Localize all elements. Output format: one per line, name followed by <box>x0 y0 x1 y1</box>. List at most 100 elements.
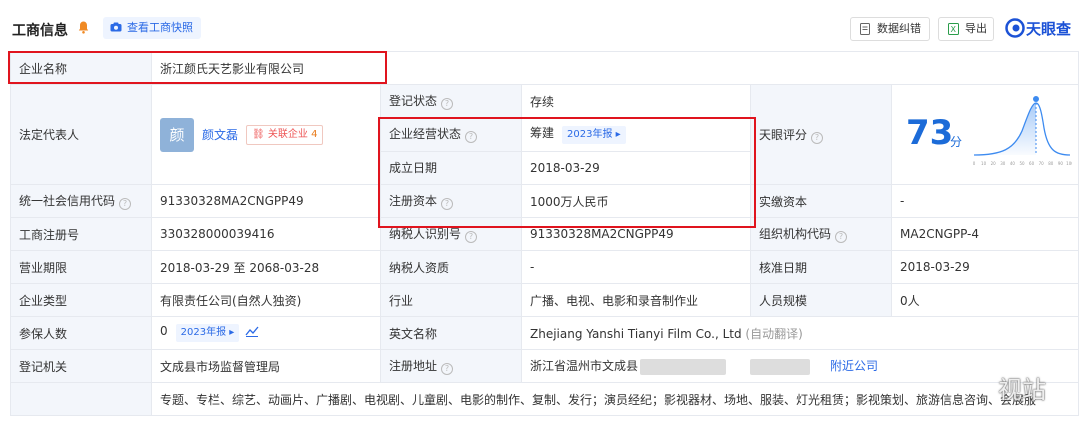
status-key-label: 登记状态 <box>389 94 438 109</box>
score-axis-tick: 10 <box>981 161 987 166</box>
taxpayer-qual-key: 纳税人资质 <box>380 250 522 284</box>
credit-code-key: 统一社会信用代码? <box>10 184 152 218</box>
view-snapshot-button[interactable]: 查看工商快照 <box>103 17 201 39</box>
highlight-box-status <box>378 117 756 228</box>
data-correction-button[interactable]: 数据纠错 <box>850 17 930 41</box>
term-key: 营业期限 <box>10 250 152 284</box>
blurred-address-part <box>640 358 727 375</box>
staff-size-key: 人员规模 <box>750 283 892 317</box>
help-icon[interactable]: ? <box>119 198 132 210</box>
export-label: 导出 <box>965 22 987 35</box>
help-icon[interactable]: ? <box>465 231 478 243</box>
view-snapshot-label: 查看工商快照 <box>127 21 193 34</box>
scope-value: 专题、专栏、综艺、动画片、广播剧、电视剧、儿童剧、电影的制作、复制、发行；演员经… <box>151 382 1079 416</box>
org-code-key: 组织机构代码? <box>750 217 892 251</box>
credit-code-value: 91330328MA2CNGPP49 <box>151 184 381 218</box>
score-axis-tick: 50 <box>1019 161 1025 166</box>
term-value: 2018-03-29 至 2068-03-28 <box>151 250 381 284</box>
help-icon[interactable]: ? <box>441 98 454 111</box>
score-axis-tick: 40 <box>1010 161 1016 166</box>
insured-value: 0 <box>160 324 168 338</box>
english-name-cell: Zhejiang Yanshi Tianyi Film Co., Ltd (自动… <box>521 316 1079 350</box>
approve-date-key: 核准日期 <box>750 250 892 284</box>
export-button[interactable]: X 导出 <box>938 17 994 41</box>
legal-rep-name-link[interactable]: 颜文磊 <box>202 128 238 142</box>
score-marker-dot <box>1033 96 1039 102</box>
score-axis-tick: 90 <box>1058 161 1064 166</box>
insured-report-tag[interactable]: 2023年报 ▸ <box>175 324 240 342</box>
help-icon[interactable]: ? <box>441 363 454 375</box>
taxpayer-id-key-label: 纳税人识别号 <box>389 227 462 241</box>
bell-icon[interactable] <box>78 21 89 34</box>
nearby-companies-link[interactable]: 附近公司 <box>830 359 878 373</box>
edit-doc-icon <box>860 23 870 35</box>
related-label: 关联企业 <box>267 128 308 140</box>
tianyancha-logo-icon <box>1005 18 1025 38</box>
staff-size-value: 0人 <box>891 283 1079 317</box>
help-icon[interactable]: ? <box>835 231 848 243</box>
score-axis-tick: 20 <box>991 161 997 166</box>
score-axis-tick: 30 <box>1000 161 1006 166</box>
reg-authority-value: 文成县市场监督管理局 <box>151 349 381 383</box>
score-unit: 分 <box>950 135 963 149</box>
section-title: 工商信息 <box>12 23 68 39</box>
header-bar: 工商信息 查看工商快照 数据纠错 X 导出 天眼查 <box>0 0 1080 50</box>
paid-capital-value: - <box>891 184 1079 218</box>
blurred-address-part <box>750 358 811 375</box>
score-axis-tick: 60 <box>1029 161 1035 166</box>
related-count: 4 <box>311 128 318 140</box>
biz-reg-no-key: 工商注册号 <box>10 217 152 251</box>
score-key: 天眼评分? <box>750 84 892 185</box>
trend-chart-icon[interactable] <box>245 325 259 337</box>
related-companies-badge[interactable]: ⛓ 关联企业 4 <box>246 124 324 145</box>
score-axis-tick: 80 <box>1048 161 1054 166</box>
score-distribution-chart: 0 10 2030 4050 60 7080 90100 <box>973 96 1072 166</box>
reg-address-key: 注册地址? <box>380 349 522 383</box>
svg-text:X: X <box>951 25 957 34</box>
legal-rep-key: 法定代表人 <box>10 84 152 185</box>
reg-address-key-label: 注册地址 <box>389 359 438 373</box>
industry-value: 广播、电视、电影和录音制作业 <box>521 283 751 317</box>
status-value: 存续 <box>521 83 751 119</box>
score-area <box>974 103 1036 155</box>
avatar[interactable]: 颜 <box>160 117 194 152</box>
reg-authority-key: 登记机关 <box>10 349 152 383</box>
related-icon: ⛓ <box>252 128 265 140</box>
camera-icon <box>110 22 122 32</box>
biz-reg-no-value: 330328000039416 <box>151 217 381 251</box>
org-code-value: MA2CNGPP-4 <box>891 217 1079 251</box>
score-cell: 73 分 0 10 2030 4050 60 7080 90100 <box>891 84 1079 185</box>
approve-date-value: 2018-03-29 <box>891 250 1079 284</box>
paid-capital-key: 实缴资本 <box>750 184 892 218</box>
insured-key: 参保人数 <box>10 316 152 350</box>
legal-rep-cell: 颜颜文磊 ⛓ 关联企业 4 <box>151 84 381 185</box>
scope-key <box>10 382 152 416</box>
english-name-value: Zhejiang Yanshi Tianyi Film Co., Ltd <box>530 326 742 341</box>
status-key: 登记状态? <box>380 83 522 119</box>
reg-address-cell: 浙江省温州市文成县 附近公司 <box>521 349 1079 383</box>
english-name-key: 英文名称 <box>380 316 522 350</box>
score-axis-tick: 70 <box>1039 161 1045 166</box>
credit-code-key-label: 统一社会信用代码 <box>19 194 116 208</box>
score-axis-ticks: 0 10 2030 4050 60 7080 90100 <box>973 161 1072 166</box>
insured-report-label: 2023年报 <box>180 327 227 338</box>
reg-address-value: 浙江省温州市文成县 <box>530 359 639 374</box>
highlight-box-company-name <box>8 51 387 84</box>
brand-name: 天眼查 <box>1026 20 1072 38</box>
business-info-table: 企业名称 浙江颜氏天艺影业有限公司 法定代表人 颜颜文磊 ⛓ 关联企业 4 登记状… <box>10 51 1079 416</box>
score-value: 73 <box>906 113 954 153</box>
taxpayer-qual-value: - <box>521 250 751 284</box>
watermark: 视站 <box>998 376 1046 404</box>
company-type-key: 企业类型 <box>10 283 152 317</box>
score-key-label: 天眼评分 <box>759 127 808 142</box>
org-code-key-label: 组织机构代码 <box>759 227 832 241</box>
help-icon[interactable]: ? <box>811 131 824 144</box>
score-axis-tick: 100 <box>1066 161 1072 166</box>
score-axis-tick: 0 <box>973 161 976 166</box>
insured-cell: 0 2023年报 ▸ <box>151 316 381 350</box>
auto-translate-note: (自动翻译) <box>745 326 803 341</box>
excel-icon: X <box>948 23 959 35</box>
company-type-value: 有限责任公司(自然人独资) <box>151 283 381 317</box>
data-correction-label: 数据纠错 <box>877 22 921 35</box>
industry-key: 行业 <box>380 283 522 317</box>
